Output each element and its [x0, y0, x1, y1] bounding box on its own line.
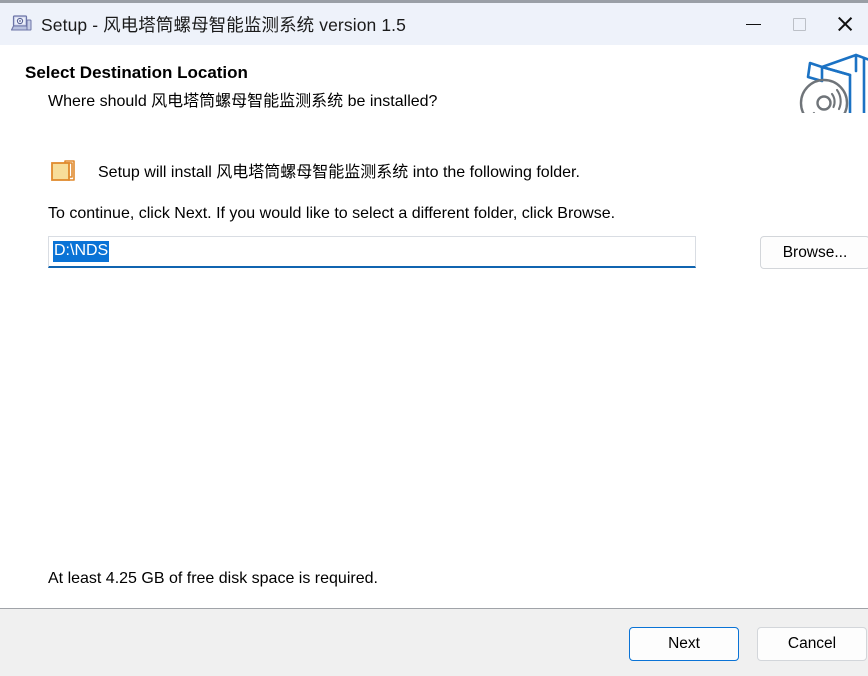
minimize-icon: [745, 23, 761, 25]
close-icon: [836, 15, 854, 33]
page-body: Setup will install 风电塔筒螺母智能监测系统 into the…: [0, 113, 868, 608]
page-title: Select Destination Location: [25, 63, 248, 82]
minimize-button[interactable]: [730, 3, 776, 45]
close-button[interactable]: [822, 3, 868, 45]
destination-path-value: D:\NDS: [53, 240, 110, 263]
page-subtitle: Where should 风电塔筒螺母智能监测系统 be installed?: [48, 93, 438, 110]
destination-path-row: D:\NDS Browse...: [48, 236, 868, 270]
disk-space-note: At least 4.25 GB of free disk space is r…: [48, 570, 378, 587]
page-header: Select Destination Location Where should…: [0, 45, 868, 133]
continue-note-text: To continue, click Next. If you would li…: [48, 205, 616, 222]
footer-bar: Next Cancel: [0, 608, 868, 676]
title-bar: Setup - 风电塔筒螺母智能监测系统 version 1.5: [0, 3, 868, 45]
maximize-icon: [792, 17, 806, 31]
cancel-button[interactable]: Cancel: [757, 627, 867, 661]
destination-path-input[interactable]: D:\NDS: [48, 236, 696, 268]
browse-button[interactable]: Browse...: [760, 236, 868, 269]
setup-computer-icon: [10, 13, 32, 35]
install-folder-note-row: Setup will install 风电塔筒螺母智能监测系统 into the…: [48, 155, 580, 185]
next-button[interactable]: Next: [629, 627, 739, 661]
window-title: Setup - 风电塔筒螺母智能监测系统 version 1.5: [41, 14, 406, 35]
setup-wizard-window: Setup - 风电塔筒螺母智能监测系统 version 1.5 Select …: [0, 0, 868, 676]
folder-icon: [48, 155, 78, 185]
install-note-text: Setup will install 风电塔筒螺母智能监测系统 into the…: [98, 164, 580, 181]
maximize-button[interactable]: [776, 3, 822, 45]
window-controls: [730, 3, 868, 45]
